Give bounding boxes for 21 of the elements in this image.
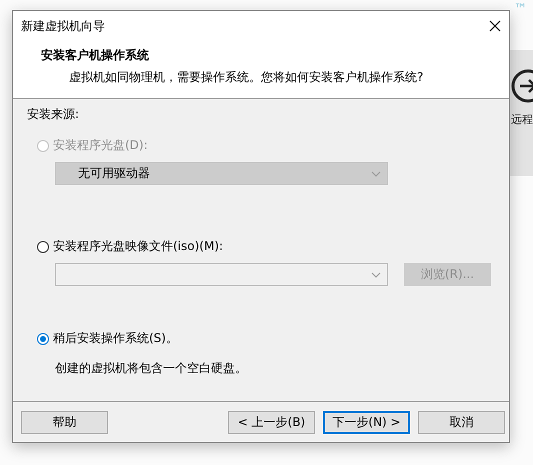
header-subtitle: 虚拟机如同物理机，需要操作系统。您将如何安装客户机操作系统? <box>68 69 424 86</box>
dialog-button[interactable]: 取消 <box>418 410 505 434</box>
section-label: 安装来源: <box>27 106 80 123</box>
header-title: 安装客户机操作系统 <box>41 47 150 64</box>
circle-arrow-icon <box>510 68 533 104</box>
dialog-button[interactable]: < 上一步(B) <box>228 410 315 434</box>
radio-label: 稍后安装操作系统(S)。 <box>53 330 178 347</box>
iso-path-field[interactable] <box>55 263 388 286</box>
dialog-button[interactable]: 帮助 <box>21 410 108 434</box>
dialog-button[interactable]: 下一步(N) > <box>323 410 410 434</box>
window-title: 新建虚拟机向导 <box>21 18 105 34</box>
radio-button[interactable] <box>37 332 49 344</box>
radio-button[interactable] <box>37 240 49 252</box>
trademark-sign: ™ <box>514 2 527 17</box>
radio-label: 安装程序光盘映像文件(iso)(M): <box>53 238 224 255</box>
chevron-down-icon <box>371 170 381 176</box>
chevron-down-icon <box>371 272 381 278</box>
radio-label: 安装程序光盘(D): <box>53 137 148 154</box>
option-note: 创建的虚拟机将包含一个空白硬盘。 <box>55 360 248 377</box>
side-panel-label: 远程 <box>511 112 533 127</box>
close-icon[interactable] <box>489 20 501 32</box>
